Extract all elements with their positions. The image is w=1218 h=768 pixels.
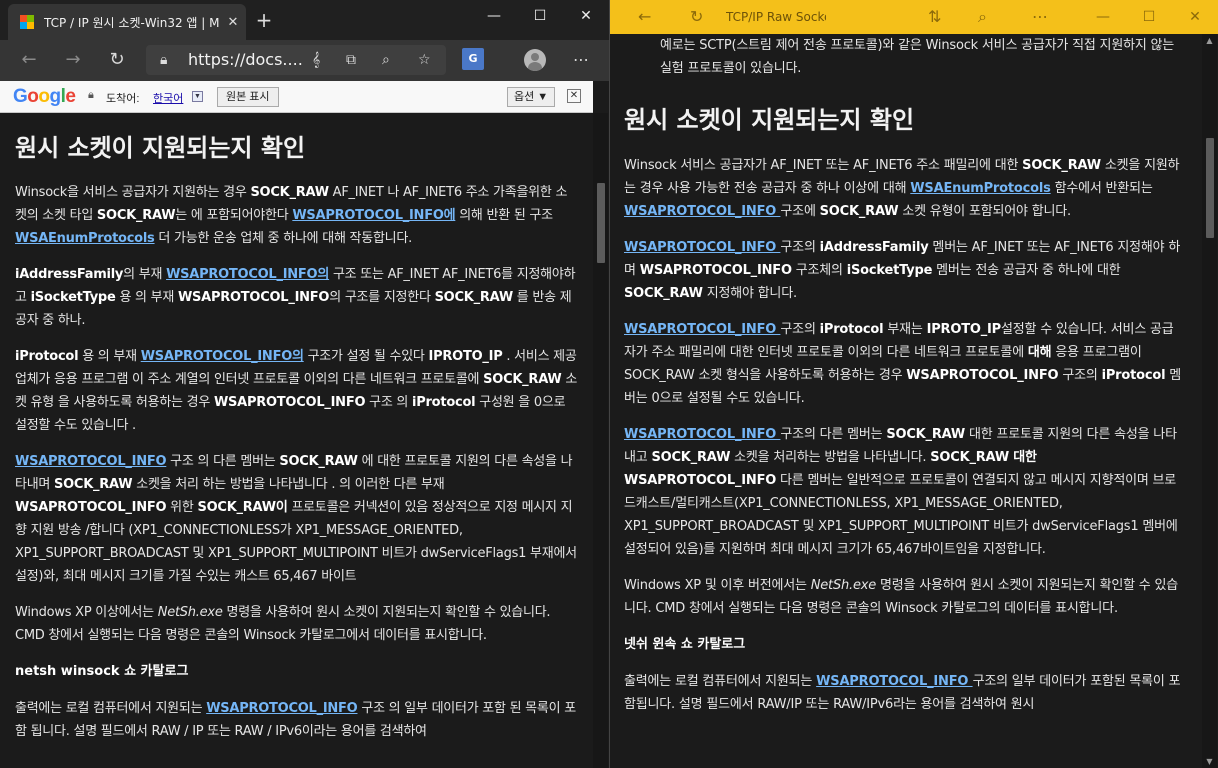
article-content: 원시 소켓이 지원되는지 확인 Winsock을 서비스 공급자가 지원하는 경… <box>15 128 578 756</box>
right-app-window: ← ↻ TCP/IP Raw Sockets - Win32 a... ⇅ ⌕ … <box>610 0 1218 768</box>
back-arrow-icon[interactable]: ← <box>638 0 651 34</box>
link-wsaprotocol-info[interactable]: WSAPROTOCOL_INFO <box>206 701 358 716</box>
article-content: 예로는 SCTP(스트림 제어 전송 프로토콜)와 같은 Winsock 서비스… <box>624 34 1184 729</box>
paragraph: Windows XP 및 이후 버전에서는 NetSh.exe 명령을 사용하여… <box>624 578 1179 616</box>
section-heading: 원시 소켓이 지원되는지 확인 <box>15 134 306 162</box>
google-translate-bar: Google 🔒︎ 도착어: 한국어 ▼ 원본 표시 옵션 ▼ ✕ <box>0 81 593 113</box>
google-logo: Google <box>13 86 76 107</box>
scrollbar-thumb[interactable] <box>1206 138 1214 238</box>
browser-toolbar: ← → ↻ 🔒︎ https://docs.... 𝄞 ⧉ ⌕ ☆ G ⋯ <box>0 40 609 81</box>
window-controls: — ☐ ✕ <box>1080 1 1218 33</box>
lock-icon: 🔒︎ <box>88 89 94 101</box>
close-window-button[interactable]: ✕ <box>1172 1 1218 33</box>
link-wsaenumprotocols[interactable]: WSAEnumProtocols <box>910 181 1051 196</box>
paragraph: iAddressFamily의 부재 WSAPROTOCOL_INFO의 구조 … <box>15 267 576 328</box>
paragraph: Winsock 서비스 공급자가 AF_INET 또는 AF_INET6 주소 … <box>624 158 1180 219</box>
window-controls: — ☐ ✕ <box>471 0 609 32</box>
paragraph: Winsock을 서비스 공급자가 지원하는 경우 SOCK_RAW AF_IN… <box>15 185 568 246</box>
link-wsaenumprotocols[interactable]: WSAEnumProtocols <box>15 231 155 246</box>
paragraph: WSAPROTOCOL_INFO 구조 의 다른 멤버는 SOCK_RAW 에 … <box>15 454 577 584</box>
favorite-star-icon[interactable]: ☆ <box>418 45 431 75</box>
more-menu-icon[interactable]: ⋯ <box>1032 0 1048 34</box>
left-browser-window: TCP / IP 원시 소켓-Win32 앱 | Mic ✕ + — ☐ ✕ ←… <box>0 0 609 768</box>
minimize-button[interactable]: — <box>1080 1 1126 33</box>
link-wsaprotocol-info[interactable]: WSAPROTOCOL_INFO <box>624 427 780 442</box>
puzzle-icon[interactable]: ⧉ <box>346 45 356 75</box>
more-menu-icon[interactable]: ⋯ <box>566 46 596 74</box>
paragraph: 출력에는 로컬 컴퓨터에서 지원되는 WSAPROTOCOL_INFO 구조 의… <box>15 701 576 739</box>
window-title: TCP/IP Raw Sockets - Win32 a... <box>726 10 826 24</box>
paragraph: 예로는 SCTP(스트림 제어 전송 프로토콜)와 같은 Winsock 서비스… <box>660 38 1175 76</box>
chevron-down-icon[interactable]: ▼ <box>192 91 203 102</box>
section-heading: 원시 소켓이 지원되는지 확인 <box>624 106 915 134</box>
left-scrollbar[interactable] <box>593 113 608 768</box>
tab-close-icon[interactable]: ✕ <box>220 15 246 30</box>
scroll-down-icon[interactable]: ▼ <box>1202 757 1217 766</box>
url-text: https://docs.... <box>188 50 303 69</box>
paragraph: iProtocol 용 의 부재 WSAPROTOCOL_INFO의 구조가 설… <box>15 349 578 433</box>
command-heading: netsh winsock 쇼 카탈로그 <box>15 664 189 679</box>
show-original-button[interactable]: 원본 표시 <box>217 87 279 107</box>
refresh-icon[interactable]: ↻ <box>102 46 132 74</box>
close-icon[interactable]: ✕ <box>567 89 581 103</box>
tools-icon[interactable]: ⇅ <box>928 0 941 34</box>
tab-title: TCP / IP 원시 소켓-Win32 앱 | Mic <box>44 15 220 30</box>
maximize-button[interactable]: ☐ <box>517 0 563 32</box>
minimize-button[interactable]: — <box>471 0 517 32</box>
search-icon[interactable]: ⌕ <box>978 0 987 34</box>
link-wsaprotocol-info[interactable]: WSAPROTOCOL_INFO <box>15 454 167 469</box>
right-scrollbar[interactable]: ▲ ▼ <box>1202 34 1217 768</box>
target-language-label: 도착어: <box>106 93 140 105</box>
language-select[interactable]: 한국어 <box>153 90 183 106</box>
maximize-button[interactable]: ☐ <box>1126 1 1172 33</box>
link-wsaprotocol-info[interactable]: WSAPROTOCOL_INFO <box>816 674 972 689</box>
new-tab-button[interactable]: + <box>250 6 278 34</box>
scroll-up-icon[interactable]: ▲ <box>1202 36 1217 45</box>
link-wsaprotocol-info[interactable]: WSAPROTOCOL_INFO <box>624 322 780 337</box>
forward-arrow-icon[interactable]: → <box>58 46 88 74</box>
paragraph: Windows XP 이상에서는 NetSh.exe 명령을 사용하여 원시 소… <box>15 605 551 643</box>
link-wsaprotocol-info[interactable]: WSAPROTOCOL_INFO에 <box>292 208 455 223</box>
link-wsaprotocol-info[interactable]: WSAPROTOCOL_INFO <box>624 204 780 219</box>
browser-tab[interactable]: TCP / IP 원시 소켓-Win32 앱 | Mic ✕ <box>8 4 246 40</box>
title-bar: ← ↻ TCP/IP Raw Sockets - Win32 a... ⇅ ⌕ … <box>610 0 1218 34</box>
link-wsaprotocol-info[interactable]: WSAPROTOCOL_INFO의 <box>166 267 329 282</box>
link-wsaprotocol-info[interactable]: WSAPROTOCOL_INFO의 <box>141 349 304 364</box>
profile-avatar[interactable] <box>524 49 546 71</box>
lock-icon: 🔒︎ <box>160 52 168 68</box>
paragraph: 출력에는 로컬 컴퓨터에서 지원되는 WSAPROTOCOL_INFO 구조의 … <box>624 674 1181 712</box>
back-arrow-icon[interactable]: ← <box>14 46 44 74</box>
tab-strip: TCP / IP 원시 소켓-Win32 앱 | Mic ✕ + — ☐ ✕ <box>0 0 609 40</box>
zoom-icon[interactable]: ⌕ <box>382 45 390 75</box>
link-wsaprotocol-info[interactable]: WSAPROTOCOL_INFO <box>624 240 780 255</box>
read-aloud-icon[interactable]: 𝄞 <box>312 45 320 75</box>
address-bar[interactable]: 🔒︎ https://docs.... 𝄞 ⧉ ⌕ ☆ <box>146 45 446 75</box>
options-button[interactable]: 옵션 ▼ <box>507 87 556 107</box>
translate-icon[interactable]: G <box>462 48 484 70</box>
paragraph: WSAPROTOCOL_INFO 구조의 iProtocol 부재는 IPROT… <box>624 322 1182 406</box>
scrollbar-thumb[interactable] <box>597 183 605 263</box>
command-heading: 넷쉬 윈속 쇼 카탈로그 <box>624 637 746 652</box>
paragraph: WSAPROTOCOL_INFO 구조의 다른 멤버는 SOCK_RAW 대한 … <box>624 427 1178 557</box>
refresh-icon[interactable]: ↻ <box>690 0 703 34</box>
microsoft-logo-icon <box>20 15 34 29</box>
close-window-button[interactable]: ✕ <box>563 0 609 32</box>
paragraph: WSAPROTOCOL_INFO 구조의 iAddressFamily 멤버는 … <box>624 240 1181 301</box>
